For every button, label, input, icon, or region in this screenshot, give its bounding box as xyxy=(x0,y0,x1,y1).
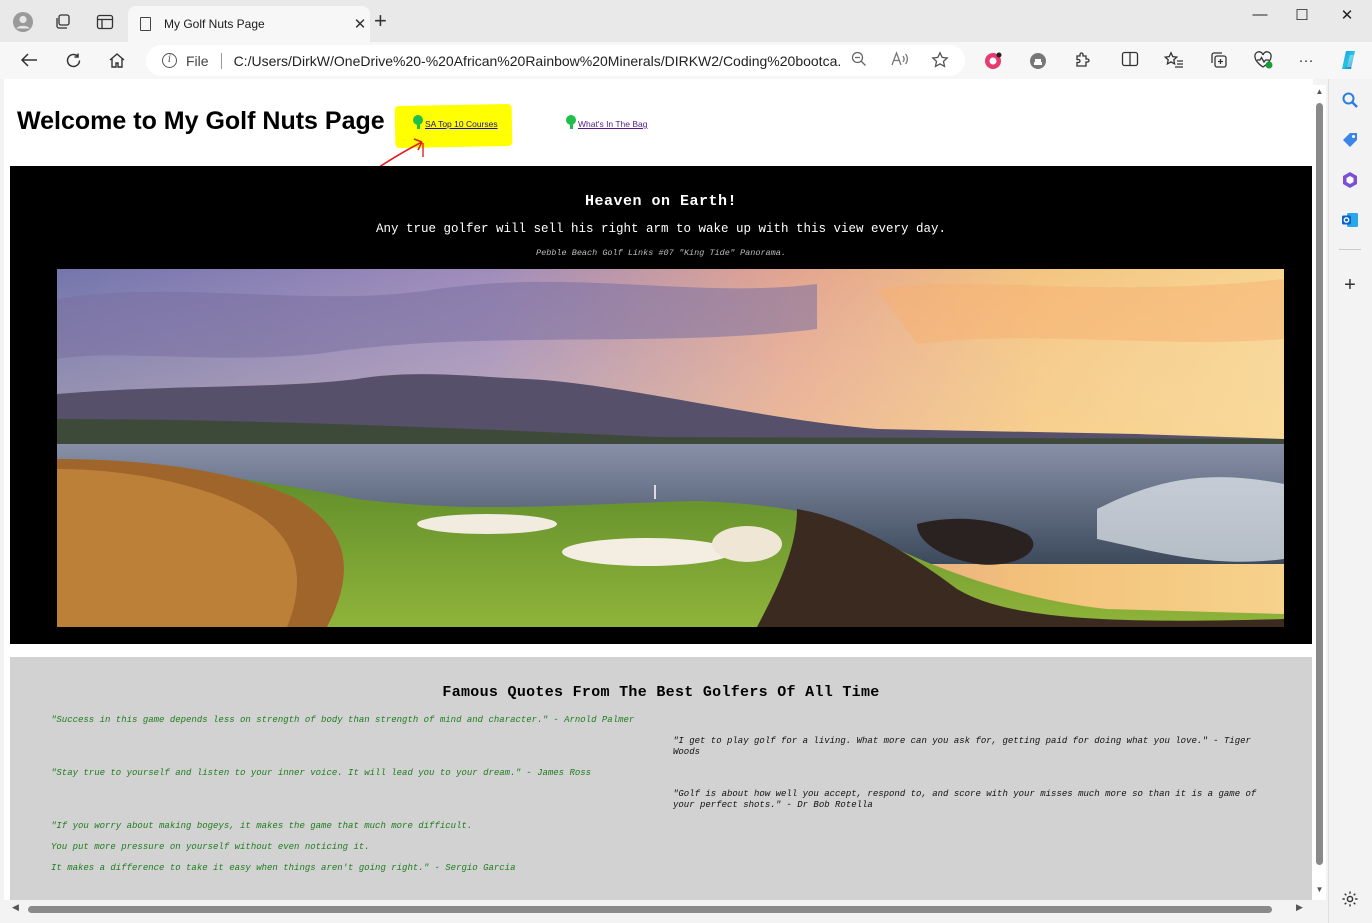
scroll-right-icon[interactable]: ▶ xyxy=(1296,902,1303,913)
info-icon[interactable]: i xyxy=(162,53,177,68)
quote-left-ross: "Stay true to yourself and listen to you… xyxy=(51,768,592,778)
quotes-section: Famous Quotes From The Best Golfers Of A… xyxy=(10,657,1312,900)
hero-section: Heaven on Earth! Any true golfer will se… xyxy=(10,166,1312,644)
extension-icon[interactable] xyxy=(1028,51,1048,71)
nav-link-label: What's In The Bag xyxy=(578,119,648,129)
horizontal-scroll-thumb[interactable] xyxy=(28,906,1272,913)
tab-title: My Golf Nuts Page xyxy=(164,17,265,31)
collections-icon[interactable] xyxy=(1209,51,1229,71)
tab-strip: My Golf Nuts Page ✕ + — ☐ ✕ xyxy=(0,0,1372,42)
pebble-beach-panorama-image xyxy=(57,269,1284,627)
scroll-down-icon[interactable]: ▼ xyxy=(1315,885,1324,894)
active-tab[interactable]: My Golf Nuts Page ✕ xyxy=(128,6,370,42)
search-icon[interactable] xyxy=(1341,91,1359,109)
outlook-icon[interactable] xyxy=(1341,211,1359,229)
quote-left-palmer: "Success in this game depends less on st… xyxy=(51,715,635,725)
vertical-scroll-thumb[interactable] xyxy=(1316,103,1323,865)
hero-caption: Pebble Beach Golf Links #07 "King Tide" … xyxy=(536,248,786,258)
scroll-up-icon[interactable]: ▲ xyxy=(1315,87,1324,96)
address-bar[interactable]: i File C:/Users/DirkW/OneDrive%20-%20Afr… xyxy=(146,45,965,76)
home-icon[interactable] xyxy=(104,48,130,72)
scroll-left-icon[interactable]: ◀ xyxy=(12,902,19,913)
horizontal-scrollbar[interactable]: ◀ ▶ xyxy=(4,902,1326,917)
copilot-icon[interactable] xyxy=(1338,48,1358,69)
quote-right-rotella: "Golf is about how well you accept, resp… xyxy=(673,789,1257,810)
close-icon[interactable]: ✕ xyxy=(350,15,370,33)
hero-subheading: Any true golfer will sell his right arm … xyxy=(375,222,947,236)
page-viewport: Welcome to My Golf Nuts Page SA Top 10 C… xyxy=(4,79,1313,900)
extension-icon[interactable] xyxy=(1072,51,1092,71)
maximize-icon[interactable]: ☐ xyxy=(1282,6,1322,26)
new-tab-icon[interactable]: + xyxy=(374,10,387,32)
read-aloud-icon[interactable] xyxy=(890,51,910,71)
quote-left-garcia-3: It makes a difference to take it easy wh… xyxy=(51,863,516,873)
golf-tee-icon xyxy=(566,115,576,129)
office-icon[interactable] xyxy=(1341,171,1359,189)
more-icon[interactable]: ··· xyxy=(1296,51,1316,71)
zoom-out-icon[interactable] xyxy=(849,51,869,71)
browser-toolbar: i File C:/Users/DirkW/OneDrive%20-%20Afr… xyxy=(0,42,1372,79)
quote-left-garcia-2: You put more pressure on yourself withou… xyxy=(51,842,370,852)
shopping-icon[interactable] xyxy=(1341,131,1359,149)
quote-left-garcia-1: "If you worry about making bogeys, it ma… xyxy=(51,821,473,831)
sidebar-divider xyxy=(1339,249,1361,250)
settings-icon[interactable] xyxy=(1341,890,1359,908)
workspaces-icon[interactable] xyxy=(50,9,76,35)
refresh-icon[interactable] xyxy=(60,48,86,72)
favorite-star-icon[interactable] xyxy=(930,51,950,71)
edge-sidebar: + xyxy=(1328,79,1372,923)
page-icon xyxy=(140,17,151,31)
browser-essentials-icon[interactable] xyxy=(1253,51,1273,71)
address-scheme-label: File xyxy=(186,52,209,69)
url-text[interactable]: C:/Users/DirkW/OneDrive%20-%20African%20… xyxy=(234,53,840,69)
split-screen-icon[interactable] xyxy=(1120,51,1140,71)
minimize-icon[interactable]: — xyxy=(1240,6,1280,26)
extension-icon[interactable] xyxy=(983,51,1003,71)
profile-icon[interactable] xyxy=(10,9,36,35)
address-separator xyxy=(220,52,222,69)
favorites-icon[interactable] xyxy=(1163,51,1184,71)
quote-right-woods: "I get to play golf for a living. What m… xyxy=(673,736,1251,757)
vertical-scrollbar[interactable]: ▲ ▼ xyxy=(1313,85,1326,900)
close-window-icon[interactable]: ✕ xyxy=(1327,6,1367,26)
hero-heading: Heaven on Earth! xyxy=(584,193,738,210)
back-icon[interactable] xyxy=(16,48,42,72)
add-icon[interactable]: + xyxy=(1341,275,1359,295)
tab-actions-icon[interactable] xyxy=(92,9,118,35)
quotes-heading: Famous Quotes From The Best Golfers Of A… xyxy=(442,684,880,701)
nav-link-whats-in-the-bag[interactable]: What's In The Bag xyxy=(566,115,648,129)
